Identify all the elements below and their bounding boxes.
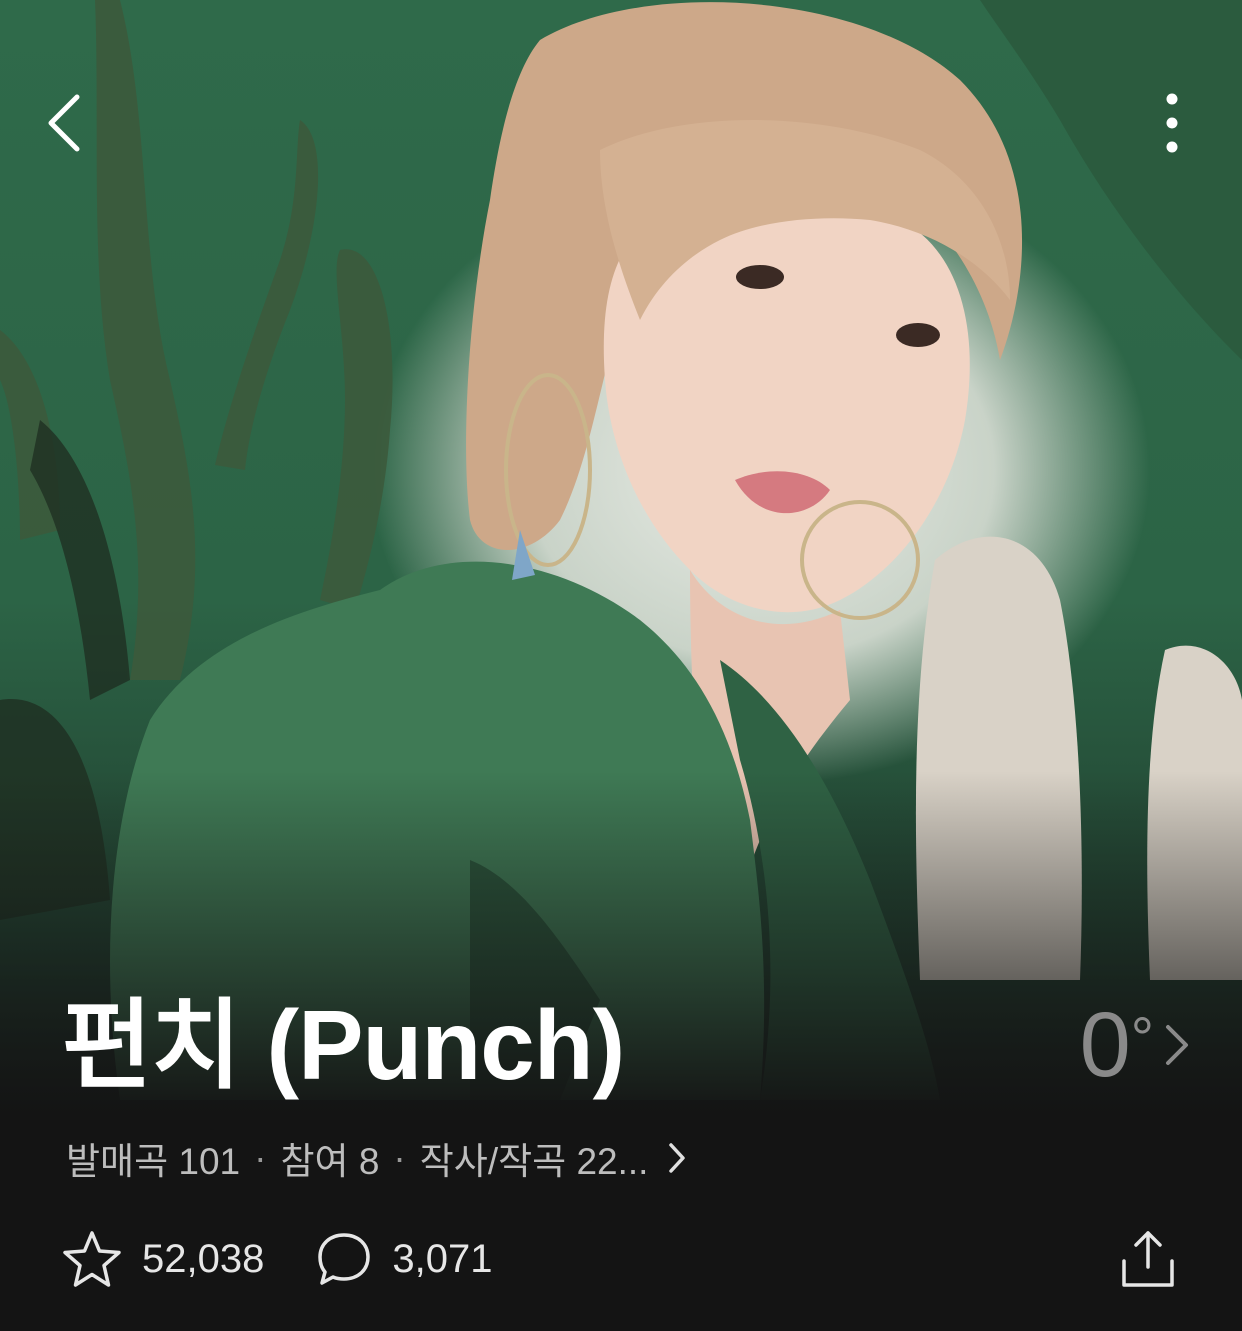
artist-name: 펀치 (Punch): [62, 990, 625, 1100]
releases-count: 발매곡 101: [66, 1141, 241, 1182]
artist-title-row: 펀치 (Punch) 0°: [62, 990, 1190, 1100]
back-button[interactable]: [30, 88, 100, 158]
speech-bubble-icon: [318, 1233, 371, 1285]
degree-symbol: °: [1130, 1006, 1154, 1071]
artist-stats-row: 52,038 3,071: [62, 1226, 1180, 1292]
chevron-right-icon: [668, 1142, 686, 1174]
share-upload-icon: [1122, 1231, 1174, 1287]
vertical-ellipsis-icon: [1166, 93, 1178, 153]
more-options-button[interactable]: [1140, 88, 1204, 158]
credits-count: 작사/작곡 22...: [419, 1141, 649, 1182]
meta-separator: ·: [254, 1137, 267, 1178]
meta-separator: ·: [393, 1137, 406, 1178]
share-button[interactable]: [1116, 1226, 1180, 1292]
artist-temperature-button[interactable]: 0°: [1080, 990, 1190, 1100]
like-button[interactable]: 52,038: [62, 1230, 264, 1288]
comment-button[interactable]: 3,071: [316, 1231, 492, 1287]
chevron-right-icon: [1166, 1025, 1188, 1065]
like-count: 52,038: [142, 1236, 265, 1281]
chevron-left-icon: [48, 94, 80, 152]
artist-meta-link[interactable]: 발매곡 101 · 참여 8 · 작사/작곡 22...: [66, 1130, 686, 1186]
star-outline-icon: [63, 1231, 121, 1287]
comment-count: 3,071: [392, 1236, 493, 1281]
participation-count: 참여 8: [280, 1141, 380, 1182]
temperature-value: 0°: [1079, 994, 1154, 1096]
